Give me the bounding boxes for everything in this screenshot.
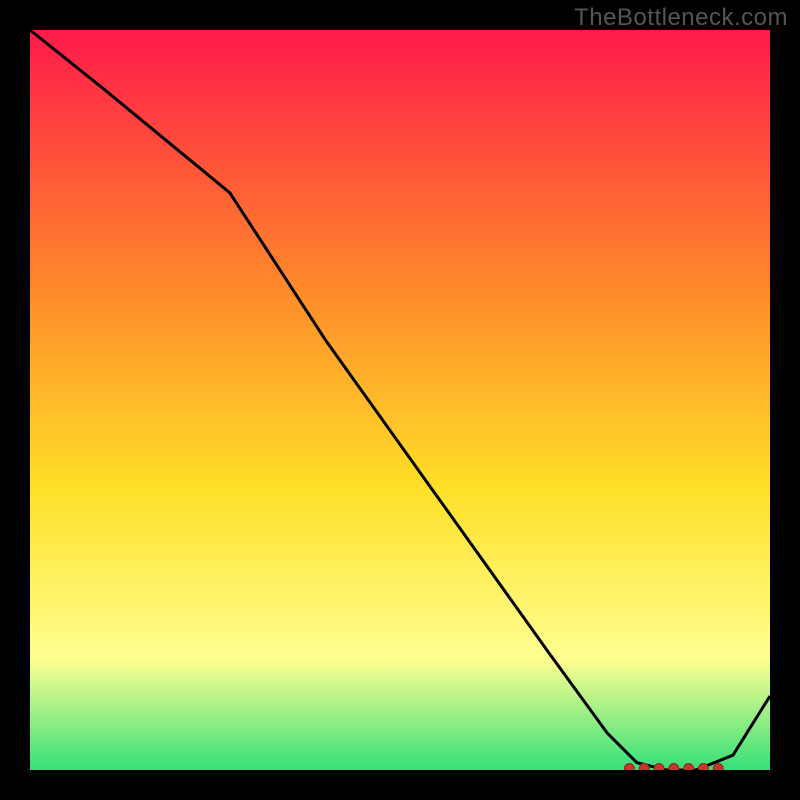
marker-dot — [639, 764, 649, 771]
marker-dot — [684, 764, 694, 771]
watermark-text: TheBottleneck.com — [574, 4, 788, 32]
marker-dot — [669, 764, 679, 771]
marker-dot — [698, 764, 708, 771]
plot-area — [30, 30, 770, 770]
gradient-background — [30, 30, 770, 770]
chart-frame: TheBottleneck.com — [0, 0, 800, 800]
marker-dot — [624, 764, 634, 771]
chart-svg — [30, 30, 770, 770]
marker-dot — [713, 764, 723, 771]
marker-dot — [654, 764, 664, 771]
